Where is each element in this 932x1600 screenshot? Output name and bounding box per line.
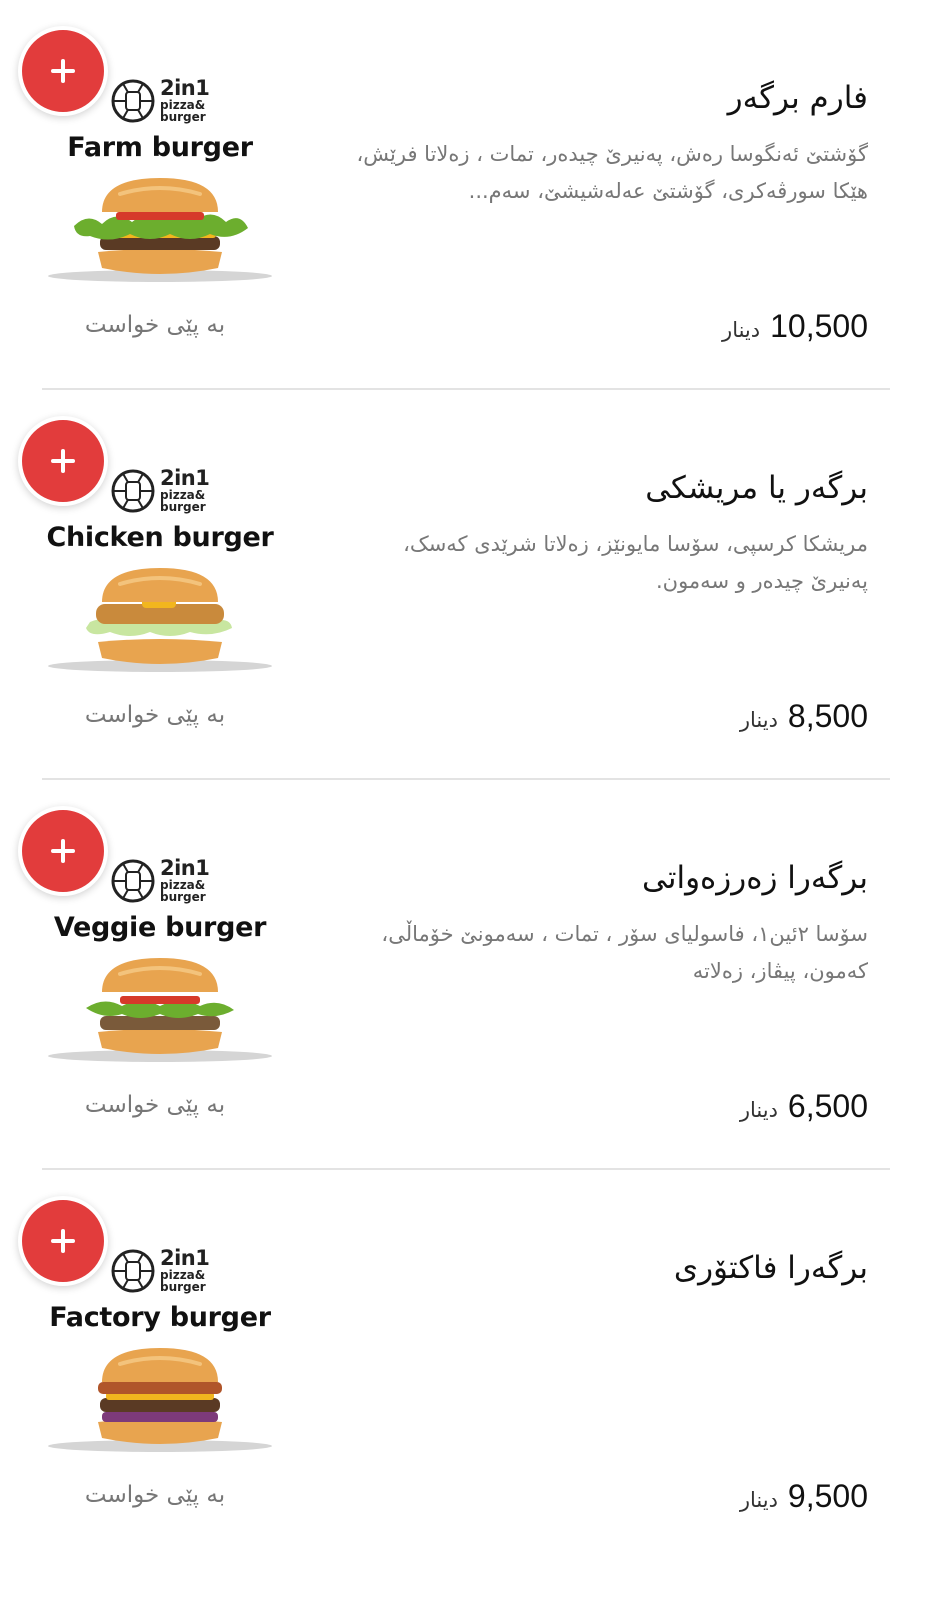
- logo-text-main: 2in1: [160, 76, 210, 100]
- item-description: مریشکا کرسپی، سۆسا مایونێز، زەلاتا شرێدی…: [403, 532, 868, 593]
- brand-logo: 2in1 pizza& burger: [110, 468, 220, 514]
- item-image-label: Factory burger: [49, 1302, 271, 1333]
- on-demand-label: بە پێی خواست: [84, 312, 226, 338]
- price-value: 9,500: [787, 1478, 868, 1514]
- menu-item[interactable]: 2in1 pizza& burger Chicken burger بە پێی…: [0, 390, 932, 790]
- item-image-label: Veggie burger: [53, 912, 267, 943]
- item-title[interactable]: فارم برگەر: [308, 80, 868, 116]
- menu-item[interactable]: 2in1 pizza& burger Factory burger بە پێی…: [0, 1170, 932, 1570]
- price-currency: دینار: [739, 1488, 778, 1512]
- burger-photo: [48, 958, 272, 1062]
- item-title[interactable]: برگەرا زەرزەواتی: [308, 860, 868, 896]
- logo-text-sub2: burger: [160, 500, 206, 514]
- price-currency: دینار: [722, 318, 761, 342]
- add-to-cart-button[interactable]: [18, 806, 108, 896]
- menu-item[interactable]: 2in1 pizza& burger Veggie burger بە پێی …: [0, 780, 932, 1180]
- pizza-burger-logo-icon: [111, 469, 155, 513]
- burger-photo: [48, 178, 272, 282]
- item-description: گۆشتێ ئەنگوسا رەش، پەنیرێ چیدەر، تمات ، …: [356, 142, 868, 203]
- add-to-cart-button[interactable]: [18, 1196, 108, 1286]
- brand-logo: 2in1 pizza& burger: [110, 1248, 220, 1294]
- item-title[interactable]: برگەر یا مریشکی: [308, 470, 868, 506]
- logo-text-main: 2in1: [160, 466, 210, 490]
- item-image-label: Chicken burger: [46, 522, 274, 553]
- item-title[interactable]: برگەرا فاکتۆری: [308, 1250, 868, 1286]
- item-price: دینار 8,500: [740, 698, 868, 735]
- item-image-label: Farm burger: [67, 132, 253, 163]
- logo-text-main: 2in1: [160, 1246, 210, 1270]
- price-currency: دینار: [739, 1098, 778, 1122]
- pizza-burger-logo-icon: [111, 859, 155, 903]
- price-currency: دینار: [739, 708, 778, 732]
- item-price: دینار 9,500: [740, 1478, 868, 1515]
- item-price: دینار 6,500: [740, 1088, 868, 1125]
- pizza-burger-logo-icon: [111, 1249, 155, 1293]
- burger-photo: [48, 568, 272, 672]
- brand-logo: 2in1 pizza& burger: [110, 858, 220, 904]
- item-description: سۆسا ٢ئین١، فاسولیای سۆر ، تمات ، سەمونێ…: [381, 922, 868, 983]
- logo-text-sub2: burger: [160, 110, 206, 124]
- add-to-cart-button[interactable]: [18, 26, 108, 116]
- menu-item[interactable]: 2in1 pizza& burger Farm burger بە پێی خو…: [0, 0, 932, 400]
- logo-text-main: 2in1: [160, 856, 210, 880]
- logo-text-sub2: burger: [160, 890, 206, 904]
- on-demand-label: بە پێی خواست: [84, 702, 226, 728]
- brand-logo: 2in1 pizza& burger: [110, 78, 220, 124]
- on-demand-label: بە پێی خواست: [84, 1482, 226, 1508]
- item-price: دینار 10,500: [722, 308, 868, 345]
- on-demand-label: بە پێی خواست: [84, 1092, 226, 1118]
- logo-text-sub2: burger: [160, 1280, 206, 1294]
- menu-list: 2in1 pizza& burger Farm burger بە پێی خو…: [0, 0, 932, 1600]
- price-value: 10,500: [770, 308, 868, 344]
- price-value: 6,500: [787, 1088, 868, 1124]
- price-value: 8,500: [787, 698, 868, 734]
- add-to-cart-button[interactable]: [18, 416, 108, 506]
- pizza-burger-logo-icon: [111, 79, 155, 123]
- burger-photo: [48, 1348, 272, 1452]
